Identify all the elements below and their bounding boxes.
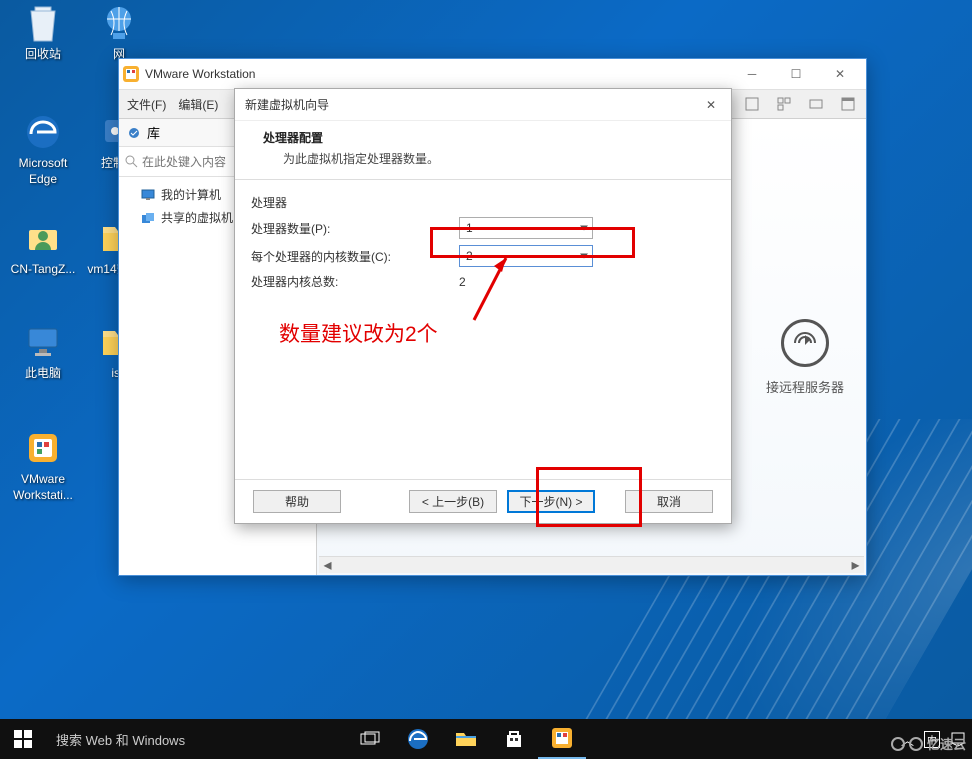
taskbar-store[interactable] [490, 719, 538, 759]
network-icon [99, 3, 139, 43]
wizard-footer: 帮助 < 上一步(B) 下一步(N) > 取消 [235, 479, 731, 523]
chevron-down-icon [580, 254, 588, 259]
watermark: 亿速云 [891, 734, 966, 753]
taskbar-vmware[interactable] [538, 719, 586, 759]
wizard-title-text: 新建虚拟机向导 [245, 96, 701, 113]
library-toggle-icon[interactable] [127, 126, 141, 140]
home-tile-label: 接远程服务器 [766, 380, 844, 395]
window-close-button[interactable]: ✕ [818, 60, 862, 88]
search-icon [125, 155, 138, 168]
taskbar-search-placeholder: 搜索 Web 和 Windows [56, 730, 185, 749]
desktop-icon-this-pc[interactable]: 此电脑 [6, 322, 80, 382]
task-view-icon [360, 731, 380, 747]
toolbar-unity-icon[interactable] [774, 94, 794, 114]
total-cores-label: 处理器内核总数: [251, 273, 451, 290]
computer-icon [141, 189, 155, 201]
desktop-icon-label: CN-TangZ... [6, 262, 80, 278]
menu-file[interactable]: 文件(F) [127, 96, 166, 113]
desktop-icon-vmware[interactable]: VMware Workstati... [6, 428, 80, 503]
toolbar-fullscreen-icon[interactable] [742, 94, 762, 114]
desktop-icon-label: VMware Workstati... [6, 472, 80, 503]
home-tile-remote[interactable]: 接远程服务器 [766, 319, 844, 396]
windows-logo-icon [14, 730, 32, 748]
back-button[interactable]: < 上一步(B) [409, 490, 497, 513]
tree-item-label: 我的计算机 [161, 186, 221, 203]
desktop-icon-cn-tangz[interactable]: CN-TangZ... [6, 218, 80, 278]
processor-count-label: 处理器数量(P): [251, 220, 451, 237]
annotation-arrow-icon [466, 250, 516, 324]
task-view-button[interactable] [346, 719, 394, 759]
shared-icon [141, 212, 155, 224]
taskbar-edge[interactable] [394, 719, 442, 759]
toolbar-library-icon[interactable] [806, 94, 826, 114]
processor-group-label: 处理器 [251, 194, 715, 211]
processor-count-select[interactable]: 1 [459, 217, 593, 239]
wizard-subheading: 为此虚拟机指定处理器数量。 [263, 150, 711, 167]
cores-per-processor-label: 每个处理器的内核数量(C): [251, 248, 451, 265]
vmware-icon [23, 428, 63, 468]
vmware-app-icon [123, 66, 139, 82]
this-pc-icon [23, 322, 63, 362]
tree-item-label: 共享的虚拟机 [161, 209, 233, 226]
chevron-down-icon [580, 226, 588, 231]
scroll-right-icon[interactable]: ▸ [847, 557, 864, 574]
edge-icon [23, 112, 63, 152]
taskbar: 搜索 Web 和 Windows ︿ 中 [0, 719, 972, 759]
folder-icon [455, 730, 477, 748]
watermark-icon [909, 737, 923, 751]
next-button[interactable]: 下一步(N) > [507, 490, 595, 513]
library-title: 库 [147, 123, 160, 142]
recycle-bin-icon [23, 3, 63, 43]
horizontal-scrollbar[interactable]: ◂ ▸ [319, 556, 864, 573]
desktop-icon-label: Microsoft Edge [6, 156, 80, 187]
desktop-icon-network[interactable]: 网 [82, 3, 156, 63]
menu-edit[interactable]: 编辑(E) [178, 96, 218, 113]
taskbar-search[interactable]: 搜索 Web 和 Windows [46, 719, 346, 759]
processor-count-value: 1 [466, 221, 473, 235]
desktop-icon-recycle-bin[interactable]: 回收站 [6, 3, 80, 63]
store-icon [504, 729, 524, 749]
remote-server-icon [781, 319, 829, 367]
edge-icon [407, 728, 429, 750]
scroll-left-icon[interactable]: ◂ [319, 557, 336, 574]
help-button[interactable]: 帮助 [253, 490, 341, 513]
vmware-icon [551, 727, 573, 749]
cancel-button[interactable]: 取消 [625, 490, 713, 513]
start-button[interactable] [0, 719, 46, 759]
desktop-icon-label: 回收站 [6, 47, 80, 63]
wizard-close-button[interactable]: ✕ [701, 95, 721, 115]
vmware-titlebar[interactable]: VMware Workstation ─ ☐ ✕ [119, 59, 866, 89]
desktop-icon-label: 此电脑 [6, 366, 80, 382]
window-maximize-button[interactable]: ☐ [774, 60, 818, 88]
toolbar-screenshot-icon[interactable] [838, 94, 858, 114]
vmware-title-text: VMware Workstation [145, 67, 730, 81]
watermark-text: 亿速云 [927, 734, 966, 753]
wizard-titlebar[interactable]: 新建虚拟机向导 ✕ [235, 89, 731, 121]
wizard-heading: 处理器配置 [263, 129, 711, 146]
watermark-icon [891, 737, 905, 751]
user-folder-icon [23, 218, 63, 258]
taskbar-explorer[interactable] [442, 719, 490, 759]
annotation-text: 数量建议改为2个 [279, 318, 438, 348]
wizard-header: 处理器配置 为此虚拟机指定处理器数量。 [235, 121, 731, 180]
desktop-icon-edge[interactable]: Microsoft Edge [6, 112, 80, 187]
window-minimize-button[interactable]: ─ [730, 60, 774, 88]
